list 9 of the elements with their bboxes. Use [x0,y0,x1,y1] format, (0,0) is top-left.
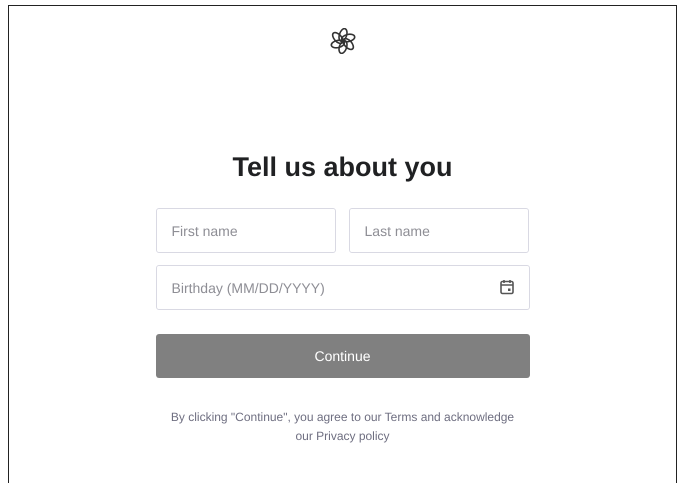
legal-notice: By clicking "Continue", you agree to our Terms and acknowledge our Privacy policy [170,409,515,445]
terms-link[interactable]: Terms [384,410,418,424]
privacy-link[interactable]: Privacy policy [316,429,390,443]
name-field[interactable]: Last name [348,208,528,253]
page-title: Tell us about you [232,154,452,181]
logo-icon [330,28,356,54]
name-field[interactable]: First name [156,208,336,253]
calendar-icon[interactable] [498,279,514,295]
birthday-field[interactable]: Birthday (MM/DD/YYYY) [156,265,530,310]
